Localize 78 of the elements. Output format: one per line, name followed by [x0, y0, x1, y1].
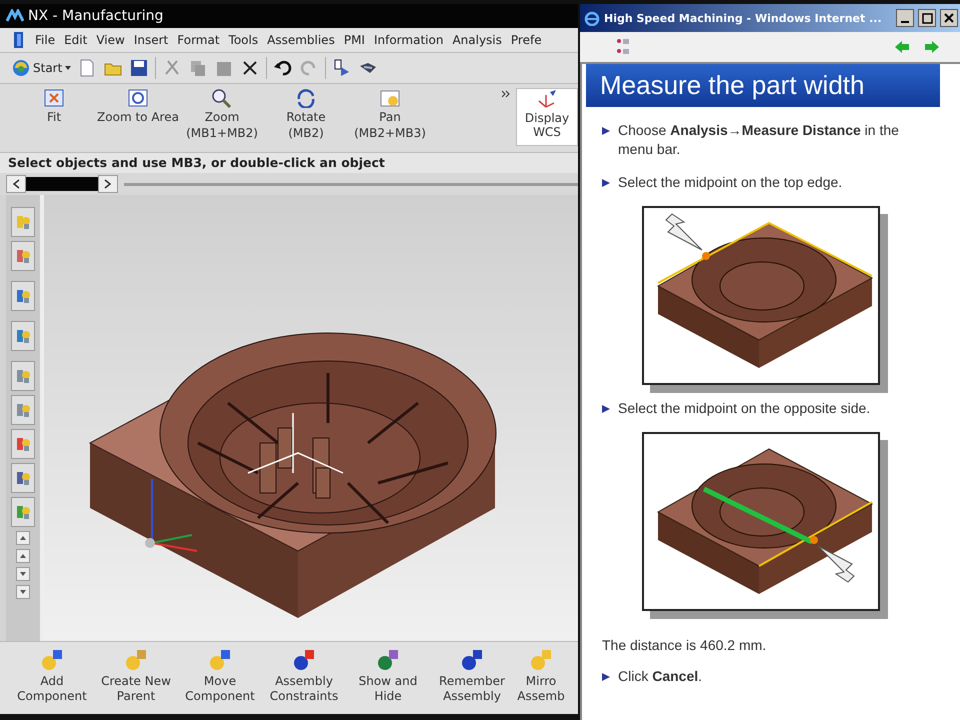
resource-tab[interactable]: [11, 241, 35, 271]
assembly-tool-button[interactable]: Mirro Assemb: [516, 648, 566, 704]
maximize-icon: [921, 12, 933, 24]
undo-icon[interactable]: [273, 58, 294, 78]
caret-icon: [65, 65, 72, 71]
instruction-text: Select the midpoint on the top edge.: [618, 173, 844, 192]
assembly-tool-button[interactable]: Remember Assembly: [432, 648, 512, 704]
menu-item[interactable]: Analysis: [452, 33, 502, 47]
forward-arrow-icon[interactable]: [924, 40, 940, 54]
view-tool-button[interactable]: Zoom to Area: [96, 88, 180, 124]
instruction-text: Select the midpoint on the opposite side.: [618, 399, 872, 418]
view-tool-button[interactable]: Display WCS: [516, 88, 578, 146]
result-text: The distance is 460.2 mm.: [602, 637, 768, 653]
menu-item[interactable]: Information: [374, 33, 444, 47]
menu-item[interactable]: View: [96, 33, 125, 47]
scroll-top-button[interactable]: [16, 531, 30, 545]
bullet-icon: [602, 179, 610, 187]
zoom-area-icon: [127, 88, 149, 108]
view-tool-button[interactable]: Pan (MB2+MB3): [348, 88, 432, 140]
close-icon: [943, 12, 955, 24]
save-icon[interactable]: [129, 58, 150, 78]
resource-tab[interactable]: [11, 395, 35, 425]
instruction-text: Choose Analysis→Measure Distance in the menu bar.: [618, 121, 900, 159]
rotate-icon: [295, 88, 317, 108]
menu-item[interactable]: Prefe: [510, 33, 542, 47]
start-button[interactable]: Start: [12, 59, 72, 77]
minimize-button[interactable]: [896, 9, 914, 27]
pan-icon: [379, 88, 401, 108]
menu-item[interactable]: PMI: [344, 33, 365, 47]
resource-tab[interactable]: [11, 321, 35, 351]
assembly-tool-button[interactable]: Show and Hide: [348, 648, 428, 704]
scroll-bottom-icon: [19, 588, 27, 596]
instruction-text: Click Cancel.: [618, 667, 704, 686]
browser-logo-icon: [584, 10, 600, 26]
bullet-icon: [602, 405, 610, 413]
zoom-icon: [211, 88, 233, 108]
page-heading: Measure the part width: [586, 64, 940, 107]
arrow-left-icon: [12, 179, 20, 189]
arrow-right-icon: [104, 179, 112, 189]
resource-tab[interactable]: [11, 361, 35, 391]
resource-tab[interactable]: [11, 463, 35, 493]
start-icon: [12, 59, 30, 77]
window-title: NX - Manufacturing: [28, 8, 164, 24]
resource-tab[interactable]: [11, 281, 35, 311]
maximize-button[interactable]: [918, 9, 936, 27]
menu-item[interactable]: Tools: [228, 33, 258, 47]
more-icon[interactable]: [502, 90, 510, 98]
menu-item[interactable]: Format: [177, 33, 220, 47]
scroll-down-icon: [19, 570, 27, 578]
minimize-icon: [901, 21, 909, 23]
scroll-up-button[interactable]: [16, 549, 30, 563]
view-tool-button[interactable]: Rotate (MB2): [264, 88, 348, 140]
wcs-axes-icon: [536, 89, 558, 109]
window-title: High Speed Machining - Windows Internet ...: [604, 12, 883, 24]
menu-item[interactable]: Edit: [64, 33, 88, 47]
app-logo-icon: [6, 9, 24, 23]
scroll-bottom-button[interactable]: [16, 585, 30, 599]
assembly-tool-button[interactable]: Add Component: [12, 648, 92, 704]
assembly-tool-button[interactable]: Move Component: [180, 648, 260, 704]
menu-item[interactable]: Insert: [134, 33, 168, 47]
menu-item[interactable]: Assemblies: [267, 33, 335, 47]
view-tool-button[interactable]: Zoom (MB1+MB2): [180, 88, 264, 140]
close-button[interactable]: [940, 9, 958, 27]
view-tool-button[interactable]: Fit: [12, 88, 96, 124]
assembly-tool-button[interactable]: Create New Parent: [96, 648, 176, 704]
bullet-icon: [602, 673, 610, 681]
resource-tab[interactable]: [11, 207, 35, 237]
scroll-left-button[interactable]: [6, 175, 26, 193]
resource-tab[interactable]: [11, 429, 35, 459]
menu-item[interactable]: File: [35, 33, 56, 47]
scroll-up-icon: [19, 552, 27, 560]
scroll-top-icon: [19, 534, 27, 542]
scroll-down-button[interactable]: [16, 567, 30, 581]
assembly-tool-button[interactable]: Assembly Constraints: [264, 648, 344, 704]
back-arrow-icon[interactable]: [894, 40, 910, 54]
fit-icon: [43, 88, 65, 108]
scroll-right-button[interactable]: [98, 175, 118, 193]
bullet-icon: [602, 127, 610, 135]
